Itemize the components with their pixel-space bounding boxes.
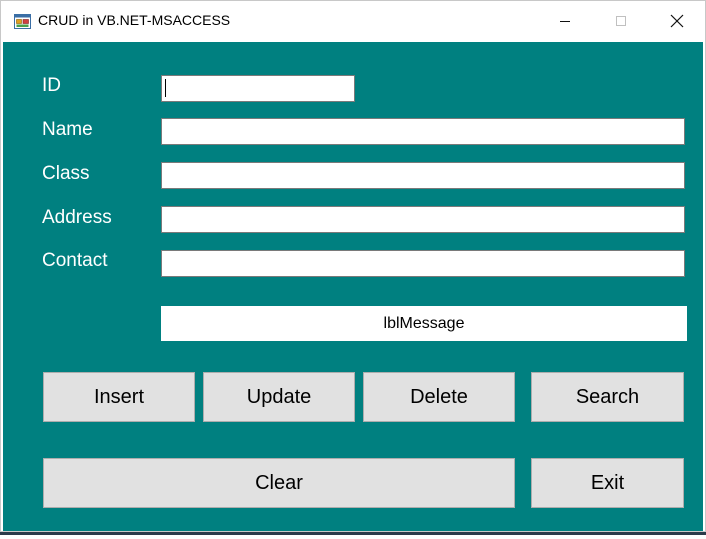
- id-field[interactable]: [161, 75, 355, 102]
- id-label: ID: [42, 75, 61, 96]
- text-caret: [165, 79, 166, 97]
- search-button[interactable]: Search: [531, 372, 684, 422]
- taskbar-edge: [0, 532, 706, 535]
- name-label: Name: [42, 119, 93, 140]
- form-body: ID Name Class Address Contact lblMessage…: [3, 42, 703, 531]
- clear-button[interactable]: Clear: [43, 458, 515, 508]
- contact-label: Contact: [42, 250, 108, 271]
- minimize-button[interactable]: [537, 1, 593, 41]
- insert-button[interactable]: Insert: [43, 372, 195, 422]
- app-window: CRUD in VB.NET-MSACCESS ID Name Class Ad…: [0, 0, 706, 532]
- delete-button[interactable]: Delete: [363, 372, 515, 422]
- update-button[interactable]: Update: [203, 372, 355, 422]
- title-bar[interactable]: CRUD in VB.NET-MSACCESS: [1, 1, 705, 41]
- address-field[interactable]: [161, 206, 685, 233]
- message-label: lblMessage: [161, 306, 687, 341]
- contact-field[interactable]: [161, 250, 685, 277]
- window-title: CRUD in VB.NET-MSACCESS: [38, 12, 231, 28]
- close-button[interactable]: [649, 1, 705, 41]
- close-icon: [670, 14, 684, 28]
- maximize-icon: [616, 16, 626, 26]
- minimize-icon: [560, 21, 570, 22]
- class-label: Class: [42, 163, 90, 184]
- name-field[interactable]: [161, 118, 685, 145]
- class-field[interactable]: [161, 162, 685, 189]
- exit-button[interactable]: Exit: [531, 458, 684, 508]
- address-label: Address: [42, 207, 112, 228]
- maximize-button: [593, 1, 649, 41]
- form-icon: [14, 14, 31, 29]
